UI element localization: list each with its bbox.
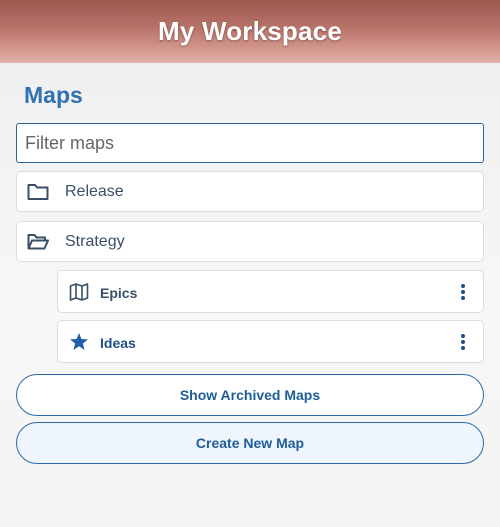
map-label: Ideas bbox=[100, 335, 136, 351]
folder-icon bbox=[27, 184, 49, 200]
map-item-ideas[interactable]: Ideas bbox=[57, 320, 484, 363]
app-title: My Workspace bbox=[158, 16, 342, 46]
more-options-icon[interactable] bbox=[455, 332, 471, 352]
app-header: My Workspace bbox=[0, 0, 500, 63]
folder-label: Strategy bbox=[65, 232, 125, 250]
folder-item-strategy[interactable]: Strategy bbox=[16, 221, 484, 262]
star-icon bbox=[70, 333, 88, 350]
maps-section-title: Maps bbox=[24, 82, 83, 108]
map-label: Epics bbox=[100, 285, 138, 301]
show-archived-maps-button[interactable]: Show Archived Maps bbox=[16, 374, 484, 416]
map-item-epics[interactable]: Epics bbox=[57, 270, 484, 313]
folder-item-release[interactable]: Release bbox=[16, 171, 484, 212]
folder-label: Release bbox=[65, 182, 124, 200]
filter-maps-input[interactable] bbox=[16, 123, 484, 163]
create-new-map-button[interactable]: Create New Map bbox=[16, 422, 484, 464]
folder-open-icon bbox=[27, 234, 49, 250]
map-icon bbox=[69, 283, 89, 301]
more-options-icon[interactable] bbox=[455, 282, 471, 302]
